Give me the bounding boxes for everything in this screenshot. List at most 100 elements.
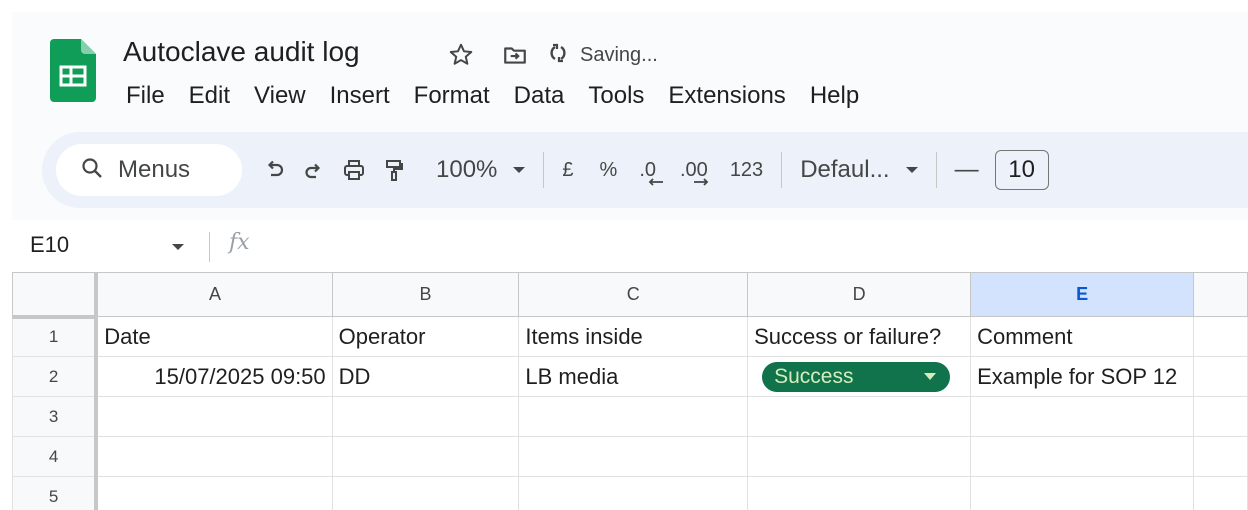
menu-extensions[interactable]: Extensions [656,82,797,110]
title-actions: Saving... [444,38,658,72]
status-chip-label: Success [774,364,854,388]
cell-a3[interactable] [95,396,333,437]
row-header-3[interactable]: 3 [12,396,99,437]
menu-edit[interactable]: Edit [177,82,242,110]
column-header-b[interactable]: B [331,272,520,317]
cell-f2[interactable] [1193,356,1248,397]
row-header-4[interactable]: 4 [12,436,99,477]
status-dropdown-chip[interactable]: Success [762,361,951,392]
move-to-folder-icon[interactable] [498,38,532,72]
redo-icon[interactable] [294,150,334,190]
formula-bar: E10 fx [12,226,1248,272]
zoom-value: 100% [436,156,498,183]
chevron-down-icon[interactable] [172,244,184,250]
search-menus-label: Menus [118,156,191,183]
menu-tools[interactable]: Tools [576,82,656,110]
row-header-1[interactable]: 1 [12,316,99,357]
font-select[interactable]: Defaul... [792,150,925,190]
format-currency-button[interactable]: £ [554,150,581,190]
cell-e4[interactable] [970,436,1195,477]
cell-b5[interactable] [331,476,520,510]
cell-e5[interactable] [970,476,1195,510]
cell-c2[interactable]: LB media [518,356,749,397]
zoom-select[interactable]: 100% [428,150,533,190]
chevron-down-icon [924,373,937,380]
table-row: 3 [12,396,1248,437]
table-row: 1 Date Operator Items inside Success or … [12,316,1248,357]
toolbar-divider [781,152,783,188]
table-row: 4 [12,436,1248,477]
select-all-corner[interactable] [12,272,99,319]
cell-a2[interactable]: 15/07/2025 09:50 [95,356,333,397]
toolbar-divider [935,152,937,188]
name-box[interactable]: E10 [30,232,69,258]
more-formats-button[interactable]: 123 [722,150,771,190]
decrease-font-size-button[interactable]: — [947,150,987,190]
cell-b3[interactable] [331,396,520,437]
toolbar-divider [543,152,545,188]
cell-f4[interactable] [1193,436,1248,477]
column-header-c[interactable]: C [518,272,749,317]
cell-c5[interactable] [518,476,749,510]
cell-e1[interactable]: Comment [970,316,1195,357]
cell-f3[interactable] [1193,396,1248,437]
app-header: Autoclave audit log Saving... File Edit … [12,12,1248,220]
column-header-e[interactable]: E [970,272,1195,317]
cell-b4[interactable] [331,436,520,477]
cell-c3[interactable] [518,396,749,437]
chevron-down-icon [513,167,526,173]
sheets-logo-icon[interactable] [50,39,96,102]
menu-format[interactable]: Format [402,82,502,110]
cell-a1[interactable]: Date [95,316,333,357]
column-header-a[interactable]: A [95,272,333,317]
menu-bar: File Edit View Insert Format Data Tools … [114,78,871,114]
cell-e2[interactable]: Example for SOP 12 [970,356,1195,397]
menu-insert[interactable]: Insert [318,82,402,110]
menu-data[interactable]: Data [502,82,577,110]
sync-icon [546,41,570,70]
cell-f5[interactable] [1193,476,1248,510]
cell-d2[interactable]: Success [747,356,972,397]
fx-icon: fx [229,230,250,255]
star-icon[interactable] [444,38,478,72]
undo-icon[interactable] [254,150,294,190]
menu-file[interactable]: File [114,82,177,110]
cell-b2[interactable]: DD [331,356,520,397]
increase-decimal-button[interactable]: .00 [672,150,716,190]
column-header-f[interactable] [1193,272,1248,317]
search-menus-button[interactable]: Menus [56,144,242,196]
formula-divider [209,232,210,262]
font-value: Defaul... [800,156,890,183]
cell-table: A B C D E 1 Date Operator Items inside S… [12,272,1248,510]
print-icon[interactable] [334,150,374,190]
toolbar: Menus 100% £ % .0 .00 123 Defaul... — 10 [42,132,1248,208]
cell-b1[interactable]: Operator [331,316,520,357]
cell-d3[interactable] [747,396,972,437]
menu-help[interactable]: Help [798,82,871,110]
paint-format-icon[interactable] [374,150,414,190]
decrease-decimal-button[interactable]: .0 [631,150,664,190]
cell-d4[interactable] [747,436,972,477]
cell-a5[interactable] [95,476,333,510]
search-icon [80,156,104,185]
cell-f1[interactable] [1193,316,1248,357]
save-status: Saving... [546,41,658,70]
format-percent-button[interactable]: % [592,150,626,190]
cell-e3[interactable] [970,396,1195,437]
table-row: 2 15/07/2025 09:50 DD LB media Success E… [12,356,1248,397]
cell-d1[interactable]: Success or failure? [747,316,972,357]
column-header-d[interactable]: D [747,272,972,317]
column-header-row: A B C D E [12,272,1248,319]
document-title[interactable]: Autoclave audit log [123,36,360,68]
saving-status-text: Saving... [580,43,658,66]
cell-a4[interactable] [95,436,333,477]
cell-c1[interactable]: Items inside [518,316,749,357]
cell-d5[interactable] [747,476,972,510]
sheet-grid: A B C D E 1 Date Operator Items inside S… [12,272,1248,510]
row-header-2[interactable]: 2 [12,356,99,397]
menu-view[interactable]: View [242,82,318,110]
table-row: 5 [12,476,1248,510]
cell-c4[interactable] [518,436,749,477]
row-header-5[interactable]: 5 [12,476,99,510]
font-size-input[interactable]: 10 [994,150,1049,190]
